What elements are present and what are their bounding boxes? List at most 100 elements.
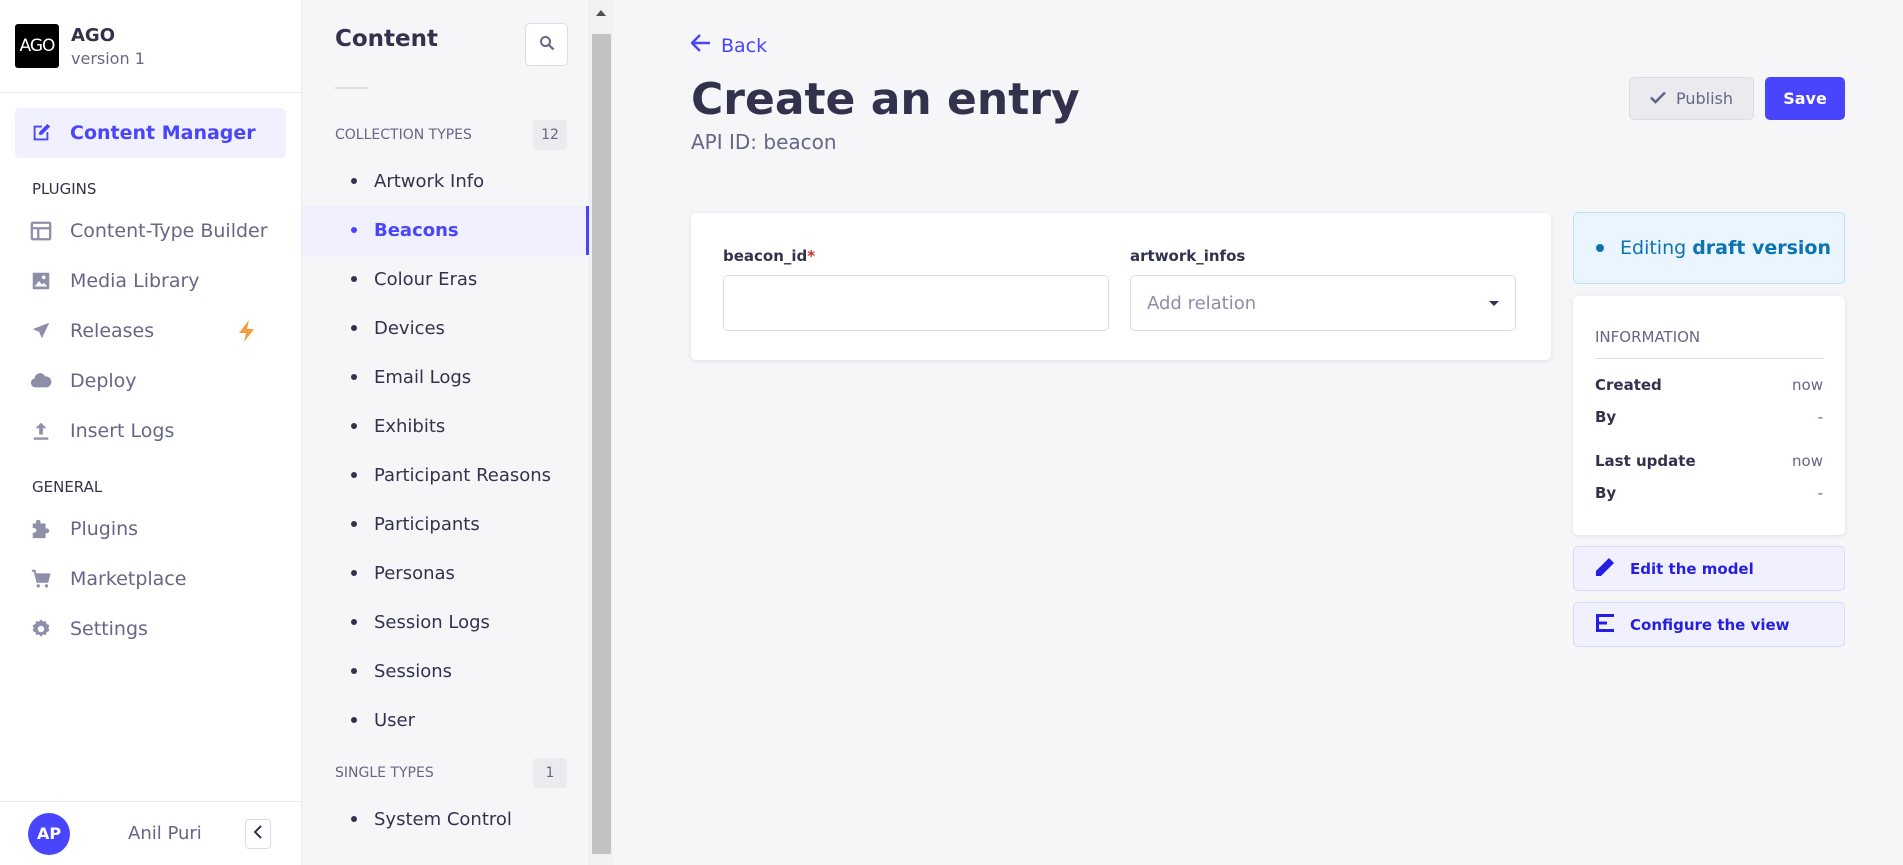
info-label: Last update: [1595, 452, 1696, 470]
configure-view-label: Configure the view: [1630, 615, 1790, 634]
chevron-left-icon: [253, 824, 263, 843]
back-link[interactable]: Back: [690, 34, 767, 57]
artwork-infos-label: artwork_infos: [1130, 247, 1246, 265]
nav-deploy[interactable]: Deploy: [15, 356, 286, 406]
nav-label: Deploy: [70, 370, 137, 392]
list-item-label: Exhibits: [374, 416, 446, 437]
beacon-id-field: beacon_id*: [723, 247, 1109, 331]
main-navigation: AGO AGO version 1 Content Manager PLUGIN…: [0, 0, 302, 865]
list-item[interactable]: Colour Eras: [302, 255, 589, 304]
nav-insert-logs[interactable]: Insert Logs: [15, 406, 286, 456]
feather-pen-icon: [30, 122, 52, 144]
list-item-label: Sessions: [374, 661, 453, 682]
info-updated-row: Last update now: [1595, 445, 1823, 477]
list-item-label: Beacons: [374, 220, 459, 241]
information-title: INFORMATION: [1595, 328, 1823, 359]
draft-bold: draft version: [1692, 237, 1831, 259]
single-types-count: 1: [533, 758, 567, 788]
list-item-label: Participants: [374, 514, 480, 535]
info-label: By: [1595, 408, 1617, 426]
page-title: Create an entry: [691, 74, 1080, 125]
nav-content-type-builder[interactable]: Content-Type Builder: [15, 206, 286, 256]
list-item-label: Email Logs: [374, 367, 472, 388]
collapse-nav-button[interactable]: [245, 818, 271, 849]
list-item[interactable]: Artwork Info: [302, 157, 589, 206]
nav-settings[interactable]: Settings: [15, 604, 286, 654]
list-item[interactable]: User: [302, 696, 589, 745]
publish-label: Publish: [1675, 89, 1734, 108]
info-created-row: Created now: [1595, 369, 1823, 401]
user-bar: AP Anil Puri: [0, 801, 301, 865]
nav-media-library[interactable]: Media Library: [15, 256, 286, 306]
draft-prefix: Editing: [1620, 237, 1687, 259]
nav-label: Marketplace: [70, 568, 187, 590]
collection-types-label: COLLECTION TYPES: [335, 127, 472, 143]
arrow-left-icon: [690, 34, 721, 57]
user-name[interactable]: Anil Puri: [128, 823, 202, 844]
layout-icon: [30, 220, 52, 242]
app-version: version 1: [71, 48, 145, 68]
status-dot-icon: [1596, 244, 1604, 252]
nav-label: Insert Logs: [70, 420, 175, 442]
nav-label: Settings: [70, 618, 148, 640]
nav-label: Media Library: [70, 270, 200, 292]
nav-releases[interactable]: Releases: [15, 306, 286, 356]
info-value: now: [1792, 376, 1823, 394]
list-item[interactable]: Beacons: [302, 206, 589, 255]
list-item-label: Participant Reasons: [374, 465, 552, 486]
list-item[interactable]: Devices: [302, 304, 589, 353]
artwork-infos-select[interactable]: Add relation: [1130, 275, 1516, 331]
app-logo: AGO: [15, 24, 59, 68]
artwork-infos-field: artwork_infos Add relation: [1130, 247, 1516, 331]
caret-down-icon: [1489, 300, 1499, 306]
plugins-section-header: PLUGINS: [32, 180, 97, 198]
publish-button[interactable]: Publish: [1629, 77, 1754, 120]
paper-plane-icon: [30, 320, 52, 342]
edit-model-button[interactable]: Edit the model: [1573, 546, 1845, 591]
draft-status-box: Editing draft version: [1573, 212, 1845, 284]
main-content: Back Create an entry API ID: beacon Publ…: [613, 0, 1903, 865]
list-item-label: User: [374, 710, 416, 731]
api-id: API ID: beacon: [691, 130, 837, 154]
info-label: Created: [1595, 376, 1662, 394]
list-item[interactable]: Email Logs: [302, 353, 589, 402]
nav-label: Content-Type Builder: [70, 220, 268, 242]
single-types-header[interactable]: SINGLE TYPES 1: [302, 753, 589, 793]
list-item[interactable]: Personas: [302, 549, 589, 598]
configure-view-button[interactable]: Configure the view: [1573, 602, 1845, 647]
lightning-icon: [238, 320, 256, 347]
search-button[interactable]: [525, 23, 568, 66]
beacon-id-input[interactable]: [723, 275, 1109, 331]
divider: [335, 87, 368, 89]
info-value: now: [1792, 452, 1823, 470]
information-panel: INFORMATION Created now By - Last update…: [1573, 296, 1845, 535]
brand-header: AGO AGO version 1: [0, 0, 301, 93]
nav-label: Plugins: [70, 518, 139, 540]
general-section-header: GENERAL: [32, 478, 103, 496]
list-item-label: Devices: [374, 318, 445, 339]
list-item-label: Artwork Info: [374, 171, 485, 192]
list-item-label: Personas: [374, 563, 455, 584]
nav-content-manager[interactable]: Content Manager: [15, 108, 286, 158]
collection-types-header[interactable]: COLLECTION TYPES 12: [302, 115, 589, 155]
nav-marketplace[interactable]: Marketplace: [15, 554, 286, 604]
list-item[interactable]: Session Logs: [302, 598, 589, 647]
subnav-scrollbar[interactable]: [590, 0, 613, 865]
nav-plugins[interactable]: Plugins: [15, 504, 286, 554]
avatar[interactable]: AP: [28, 812, 70, 855]
list-layout-icon: [1594, 612, 1630, 638]
save-button[interactable]: Save: [1765, 77, 1845, 120]
list-item[interactable]: Exhibits: [302, 402, 589, 451]
list-item[interactable]: System Control: [302, 795, 589, 844]
subnav-title: Content: [335, 26, 439, 52]
upload-icon: [30, 420, 52, 442]
gear-icon: [30, 618, 52, 640]
list-item[interactable]: Sessions: [302, 647, 589, 696]
list-item[interactable]: Participants: [302, 500, 589, 549]
list-item[interactable]: Participant Reasons: [302, 451, 589, 500]
collection-types-count: 12: [533, 120, 567, 150]
cloud-icon: [30, 370, 52, 392]
puzzle-icon: [30, 518, 52, 540]
scroll-up-arrow-icon[interactable]: [596, 10, 606, 16]
scroll-thumb[interactable]: [592, 34, 611, 854]
